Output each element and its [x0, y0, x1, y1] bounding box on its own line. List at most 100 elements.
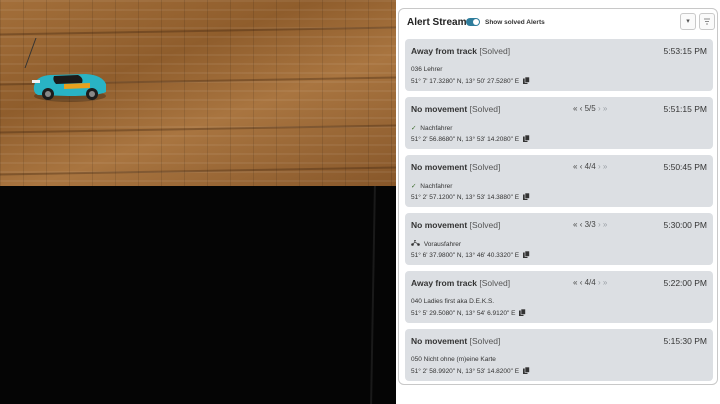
alert-status: [Solved] — [469, 104, 501, 114]
prev-page-icon[interactable]: ‹ — [580, 220, 583, 229]
driver-name: Nachfahrer — [420, 125, 453, 132]
floor-plank-line — [0, 26, 396, 36]
first-page-icon[interactable]: « — [573, 278, 577, 287]
sort-filter-icon — [704, 18, 710, 25]
car-antenna — [24, 38, 51, 68]
alert-status: [Solved] — [469, 220, 501, 230]
driver-name: Nachfahrer — [420, 183, 453, 190]
alert-type: Away from track — [411, 278, 477, 288]
alert-driver: ✓ Nachfahrer — [411, 182, 452, 190]
alert-time: 5:15:30 PM — [663, 336, 707, 346]
alert-coordinates: 51° 5' 29.5080" N, 13° 54' 6.9120" E — [411, 309, 527, 317]
alert-pager: « ‹ 5/5 › » — [573, 104, 607, 113]
check-icon: ✓ — [411, 183, 417, 190]
alert-time: 5:53:15 PM — [663, 46, 707, 56]
alert-title: No movement [Solved] — [411, 162, 500, 172]
alert-driver: 050 Nicht ohne (m)eine Karte — [411, 356, 496, 363]
alert-driver: Vorausfahrer — [411, 240, 461, 248]
alert-type: No movement — [411, 162, 468, 172]
alert-stream-title: Alert Stream: — [407, 17, 470, 28]
pager-count: 5/5 — [584, 104, 596, 113]
next-page-icon[interactable]: › — [598, 278, 601, 287]
alert-card[interactable]: No movement [Solved] « ‹ 4/4 › » 5:50:45… — [405, 155, 713, 207]
alert-driver: ✓ Nachfahrer — [411, 124, 452, 132]
alert-type: Away from track — [411, 46, 477, 56]
alert-status: [Solved] — [479, 278, 511, 288]
alert-card[interactable]: Away from track [Solved] « ‹ 4/4 › » 5:2… — [405, 271, 713, 323]
driver-name: 050 Nicht ohne (m)eine Karte — [411, 356, 496, 363]
next-page-icon[interactable]: › — [598, 162, 601, 171]
last-page-icon[interactable]: » — [603, 278, 607, 287]
alert-pager: « ‹ 3/3 › » — [573, 220, 607, 229]
pager-count: 4/4 — [584, 162, 596, 171]
alert-pager: « ‹ 4/4 › » — [573, 162, 607, 171]
prev-page-icon[interactable]: ‹ — [580, 162, 583, 171]
toggle-knob — [473, 19, 479, 25]
first-page-icon[interactable]: « — [573, 220, 577, 229]
prev-page-icon[interactable]: ‹ — [580, 278, 583, 287]
copy-icon[interactable] — [522, 367, 530, 374]
show-solved-toggle[interactable] — [466, 18, 480, 26]
coordinates-text: 51° 2' 58.9920" N, 13° 53' 14.8200" E — [411, 368, 520, 375]
alert-coordinates: 51° 2' 57.1200" N, 13° 53' 14.3880" E — [411, 193, 530, 201]
alert-card[interactable]: No movement [Solved] 5:15:30 PM 050 Nich… — [405, 329, 713, 381]
prev-page-icon[interactable]: ‹ — [580, 104, 583, 113]
alert-driver: 040 Ladies first aka D.E.K.S. — [411, 298, 494, 305]
rc-car-image — [32, 74, 107, 102]
camera-feed — [0, 0, 396, 186]
alert-status: [Solved] — [469, 162, 501, 172]
alert-time: 5:22:00 PM — [663, 278, 707, 288]
pager-count: 3/3 — [584, 220, 596, 229]
alert-pager: « ‹ 4/4 › » — [573, 278, 607, 287]
coordinates-text: 51° 2' 57.1200" N, 13° 53' 14.3880" E — [411, 194, 520, 201]
alert-type: No movement — [411, 336, 468, 346]
dropdown-button[interactable]: ▾ — [680, 13, 696, 30]
copy-icon[interactable] — [522, 135, 530, 142]
last-page-icon[interactable]: » — [603, 104, 607, 113]
alert-driver: 036 Lehrer — [411, 66, 442, 73]
alert-status: [Solved] — [469, 336, 501, 346]
coordinates-text: 51° 5' 29.5080" N, 13° 54' 6.9120" E — [411, 310, 516, 317]
next-page-icon[interactable]: › — [598, 220, 601, 229]
alert-card[interactable]: Away from track [Solved] 5:53:15 PM 036 … — [405, 39, 713, 91]
alert-status: [Solved] — [479, 46, 511, 56]
coordinates-text: 51° 7' 17.3280" N, 13° 50' 27.5280" E — [411, 78, 520, 85]
alert-title: No movement [Solved] — [411, 104, 500, 114]
video-black-area — [0, 186, 396, 404]
first-page-icon[interactable]: « — [573, 104, 577, 113]
next-page-icon[interactable]: › — [598, 104, 601, 113]
show-solved-label: Show solved Alerts — [485, 19, 545, 26]
alert-title: Away from track [Solved] — [411, 278, 510, 288]
copy-icon[interactable] — [522, 251, 530, 258]
first-page-icon[interactable]: « — [573, 162, 577, 171]
alert-time: 5:30:00 PM — [663, 220, 707, 230]
floor-plank-line — [0, 166, 396, 176]
chevron-down-icon: ▾ — [686, 18, 690, 25]
copy-icon[interactable] — [522, 77, 530, 84]
alert-card[interactable]: No movement [Solved] « ‹ 5/5 › » 5:51:15… — [405, 97, 713, 149]
last-page-icon[interactable]: » — [603, 162, 607, 171]
alert-time: 5:50:45 PM — [663, 162, 707, 172]
alert-coordinates: 51° 2' 56.8680" N, 13° 53' 14.2080" E — [411, 135, 530, 143]
alert-title: Away from track [Solved] — [411, 46, 510, 56]
last-page-icon[interactable]: » — [603, 220, 607, 229]
alert-stream-header: Alert Stream: Show solved Alerts ▾ — [399, 9, 717, 39]
driver-name: 036 Lehrer — [411, 66, 443, 73]
check-icon: ✓ — [411, 125, 417, 132]
floor-plank-line — [0, 124, 396, 134]
coordinates-text: 51° 2' 56.8680" N, 13° 53' 14.2080" E — [411, 136, 520, 143]
coordinates-text: 51° 6' 37.9800" N, 13° 46' 40.3320" E — [411, 252, 520, 259]
alert-coordinates: 51° 7' 17.3280" N, 13° 50' 27.5280" E — [411, 77, 530, 85]
alerts-list: Away from track [Solved] 5:53:15 PM 036 … — [405, 39, 713, 384]
alert-title: No movement [Solved] — [411, 220, 500, 230]
driver-name: Vorausfahrer — [423, 241, 462, 248]
alert-coordinates: 51° 2' 58.9920" N, 13° 53' 14.8200" E — [411, 367, 530, 375]
alert-title: No movement [Solved] — [411, 336, 500, 346]
copy-icon[interactable] — [519, 309, 527, 316]
copy-icon[interactable] — [522, 193, 530, 200]
sort-filter-button[interactable] — [699, 13, 715, 30]
alert-stream-panel: Alert Stream: Show solved Alerts ▾ Away … — [398, 8, 718, 385]
alert-type: No movement — [411, 104, 468, 114]
alert-card[interactable]: No movement [Solved] « ‹ 3/3 › » 5:30:00… — [405, 213, 713, 265]
alert-type: No movement — [411, 220, 468, 230]
